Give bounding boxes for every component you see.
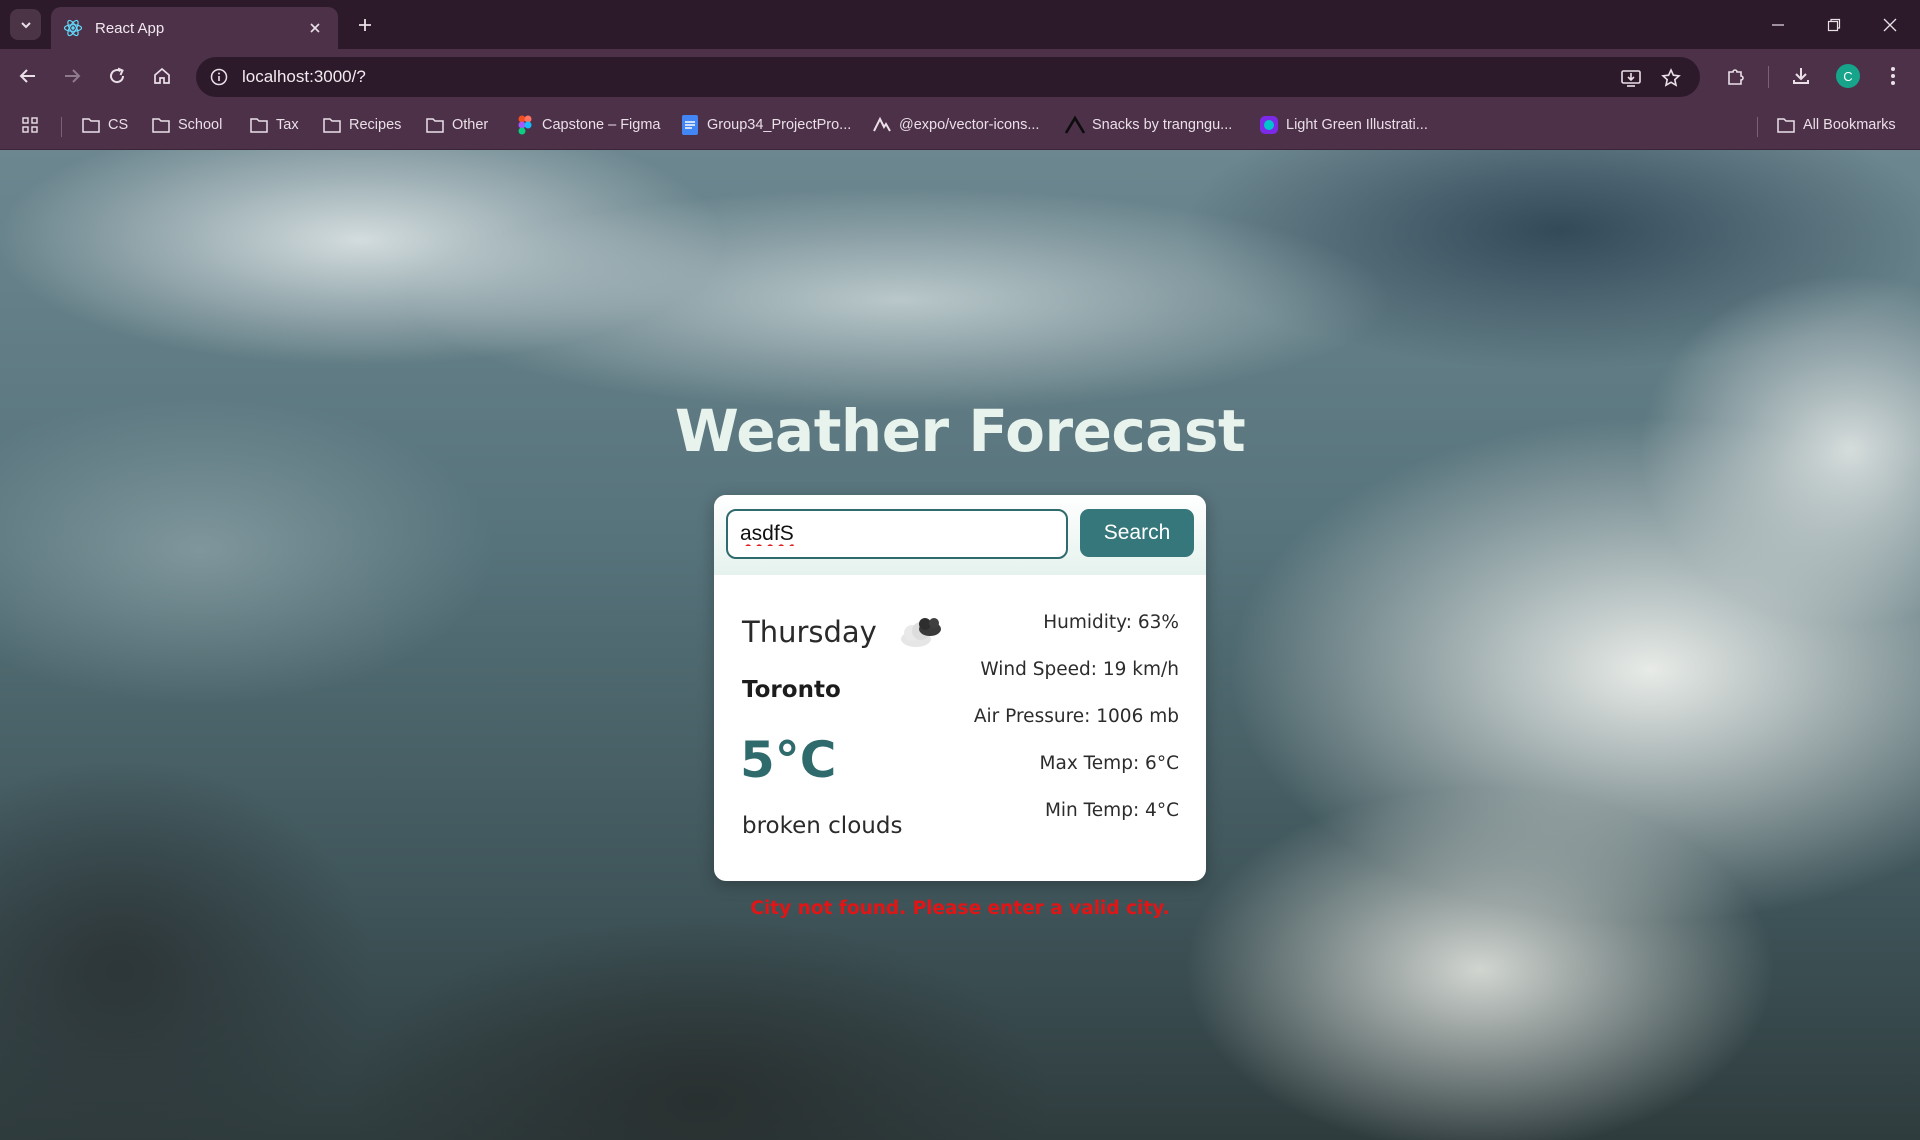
bookmark-other[interactable]: Other (425, 111, 488, 139)
plus-icon (359, 19, 371, 31)
bookmark-light-green[interactable]: Light Green Illustrati... (1259, 111, 1428, 139)
canva-icon (1259, 115, 1279, 135)
site-info-icon[interactable] (206, 64, 232, 90)
browser-tab[interactable]: React App (51, 7, 338, 49)
bookmark-label: Capstone – Figma (542, 117, 661, 133)
folder-icon (81, 115, 101, 135)
bookmark-label: Group34_ProjectPro... (707, 117, 852, 133)
city-search-input[interactable] (726, 509, 1068, 559)
minimize-button[interactable] (1750, 0, 1806, 49)
bookmark-expo-vector-icons[interactable]: @expo/vector-icons... (872, 111, 1039, 139)
tab-search-button[interactable] (10, 9, 41, 40)
install-app-icon[interactable] (1618, 65, 1644, 91)
react-icon (63, 18, 83, 38)
kebab-menu-icon (1891, 67, 1895, 85)
toolbar-divider (1768, 66, 1769, 88)
home-icon (154, 67, 170, 84)
address-bar[interactable]: localhost:3000/? (196, 57, 1700, 97)
weather-card: Search Thursday Toronto 5°C broken cloud… (714, 495, 1206, 881)
download-icon (1793, 68, 1809, 84)
page-title: Weather Forecast (674, 397, 1246, 465)
bookmark-label: CS (108, 117, 129, 133)
apps-grid-icon (20, 115, 40, 135)
close-window-button[interactable] (1862, 0, 1918, 49)
bookmark-group34[interactable]: Group34_ProjectPro... (680, 111, 851, 139)
restore-button[interactable] (1806, 0, 1862, 49)
error-message: City not found. Please enter a valid cit… (750, 898, 1170, 919)
bookmark-label: Tax (276, 117, 299, 133)
all-bookmarks-label: All Bookmarks (1803, 117, 1896, 133)
menu-button[interactable] (1878, 61, 1908, 91)
city-name: Toronto (742, 677, 841, 703)
puzzle-icon (1728, 69, 1744, 85)
chevron-down-icon (20, 21, 31, 28)
humidity: Humidity: 63% (1043, 612, 1179, 633)
profile-avatar[interactable]: C (1836, 64, 1860, 88)
url-text[interactable]: localhost:3000/? (242, 67, 366, 87)
bookmark-label: Recipes (349, 117, 402, 133)
bookmarks-bar: CS School Tax Recipes Other Capstone – F… (0, 101, 1920, 150)
bookmarks-divider (61, 117, 62, 137)
bookmark-capstone-figma[interactable]: Capstone – Figma (515, 111, 660, 139)
close-tab-icon[interactable] (304, 17, 326, 39)
bookmarks-divider (1757, 117, 1758, 137)
arrow-left-icon (19, 69, 35, 83)
extensions-button[interactable] (1721, 61, 1751, 91)
reload-icon (110, 67, 125, 84)
folder-icon (322, 115, 342, 135)
wind-speed: Wind Speed: 19 km/h (980, 659, 1179, 680)
bookmark-star-icon[interactable] (1658, 65, 1684, 91)
bookmark-label: School (178, 117, 223, 133)
search-button[interactable]: Search (1080, 509, 1194, 557)
bookmark-label: Light Green Illustrati... (1286, 117, 1428, 133)
weather-description: broken clouds (742, 813, 903, 839)
tab-strip: React App (0, 0, 1920, 49)
bookmark-tax[interactable]: Tax (249, 111, 299, 139)
minimize-icon (1772, 23, 1784, 26)
folder-icon (1776, 115, 1796, 135)
browser-toolbar: localhost:3000/? C (0, 49, 1920, 101)
bookmark-snacks[interactable]: Snacks by trangngu... (1065, 111, 1232, 139)
folder-icon (249, 115, 269, 135)
min-temp: Min Temp: 4°C (1044, 800, 1179, 821)
google-docs-icon (680, 115, 700, 135)
home-button[interactable] (147, 61, 177, 91)
page-viewport: Weather Forecast Search Thursday Toronto… (0, 150, 1920, 1140)
back-button[interactable] (13, 61, 43, 91)
new-tab-button[interactable] (352, 12, 378, 38)
apps-button[interactable] (20, 111, 47, 139)
air-pressure: Air Pressure: 1006 mb (973, 706, 1179, 727)
weather-details: Humidity: 63% Wind Speed: 19 km/h Air Pr… (919, 611, 1179, 846)
forward-button[interactable] (57, 61, 87, 91)
all-bookmarks-button[interactable]: All Bookmarks (1776, 111, 1896, 139)
bookmark-recipes[interactable]: Recipes (322, 111, 401, 139)
bookmark-cs[interactable]: CS (81, 111, 128, 139)
max-temp: Max Temp: 6°C (1039, 753, 1179, 774)
downloads-button[interactable] (1786, 61, 1816, 91)
restore-icon (1827, 18, 1841, 31)
search-bar: Search (714, 495, 1206, 575)
folder-icon (425, 115, 445, 135)
expo-icon (872, 115, 892, 135)
bookmark-school[interactable]: School (151, 111, 222, 139)
bookmark-label: Snacks by trangngu... (1092, 117, 1233, 133)
figma-icon (515, 115, 535, 135)
weather-day: Thursday (742, 615, 877, 649)
folder-icon (151, 115, 171, 135)
close-icon (1883, 18, 1897, 31)
arrow-right-icon (65, 69, 81, 83)
reload-button[interactable] (102, 61, 132, 91)
bookmark-label: Other (452, 117, 489, 133)
temperature: 5°C (740, 731, 837, 789)
bookmark-label: @expo/vector-icons... (899, 117, 1040, 133)
tab-title: React App (95, 19, 165, 37)
expo-snack-icon (1065, 115, 1085, 135)
